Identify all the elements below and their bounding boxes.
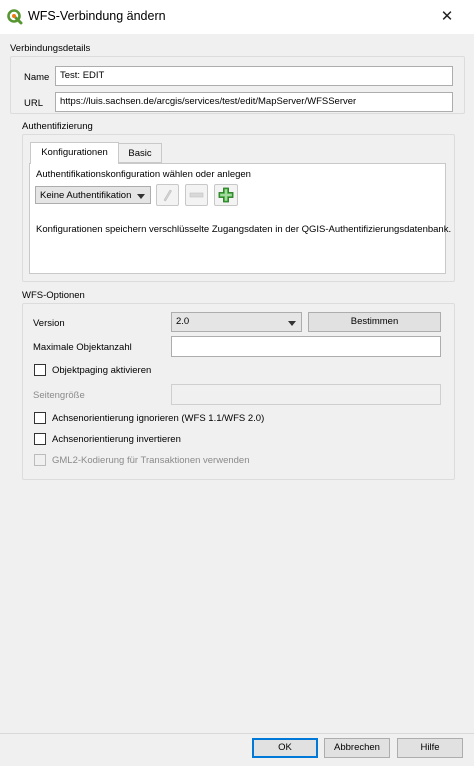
connection-group-title: Verbindungsdetails	[10, 43, 91, 54]
detect-version-button[interactable]: Bestimmen	[308, 312, 441, 332]
tab-basic[interactable]: Basic	[118, 143, 162, 163]
add-config-button[interactable]	[214, 184, 238, 206]
page-size-label: Seitengröße	[33, 390, 85, 401]
paging-label: Objektpaging aktivieren	[52, 365, 152, 376]
button-bar-separator	[0, 733, 474, 734]
window-title: WFS-Verbindung ändern	[28, 9, 166, 23]
name-input[interactable]: Test: EDIT	[55, 66, 453, 86]
wfs-group-title: WFS-Optionen	[22, 290, 85, 301]
chevron-down-icon	[137, 194, 145, 199]
version-select[interactable]: 2.0	[171, 312, 302, 332]
add-icon	[218, 187, 234, 203]
chevron-down-icon	[288, 321, 296, 326]
auth-config-select-value: Keine Authentifikation	[40, 190, 132, 201]
max-features-label: Maximale Objektanzahl	[33, 342, 132, 353]
auth-group-title: Authentifizierung	[22, 121, 93, 132]
paging-checkbox[interactable]	[34, 364, 46, 376]
ignore-axis-label: Achsenorientierung ignorieren (WFS 1.1/W…	[52, 413, 265, 424]
gml2-checkbox[interactable]	[34, 454, 46, 466]
remove-config-button[interactable]	[185, 184, 208, 206]
tab-konfigurationen[interactable]: Konfigurationen	[30, 142, 119, 164]
name-label: Name	[24, 72, 50, 83]
remove-icon	[189, 192, 204, 198]
version-select-value: 2.0	[176, 316, 190, 327]
cancel-button[interactable]: Abbrechen	[324, 738, 390, 758]
qgis-logo-icon	[7, 9, 23, 25]
page-size-input[interactable]	[171, 384, 441, 405]
version-label: Version	[33, 318, 65, 329]
ignore-axis-checkbox[interactable]	[34, 412, 46, 424]
close-icon[interactable]: ✕	[432, 6, 462, 28]
help-button[interactable]: Hilfe	[397, 738, 463, 758]
auth-config-select[interactable]: Keine Authentifikation	[35, 186, 151, 204]
invert-axis-label: Achsenorientierung invertieren	[52, 434, 181, 445]
invert-axis-checkbox[interactable]	[34, 433, 46, 445]
auth-choose-label: Authentifikationskonfiguration wählen od…	[36, 169, 251, 180]
edit-config-button[interactable]	[156, 184, 179, 206]
url-label: URL	[24, 98, 44, 109]
ok-button[interactable]: OK	[252, 738, 318, 758]
gml2-label: GML2-Kodierung für Transaktionen verwend…	[52, 455, 250, 466]
auth-info-text: Konfigurationen speichern verschlüsselte…	[36, 224, 452, 235]
edit-pencil-icon	[163, 189, 172, 202]
url-input[interactable]: https://luis.sachsen.de/arcgis/services/…	[55, 92, 453, 112]
max-features-input[interactable]	[171, 336, 441, 357]
